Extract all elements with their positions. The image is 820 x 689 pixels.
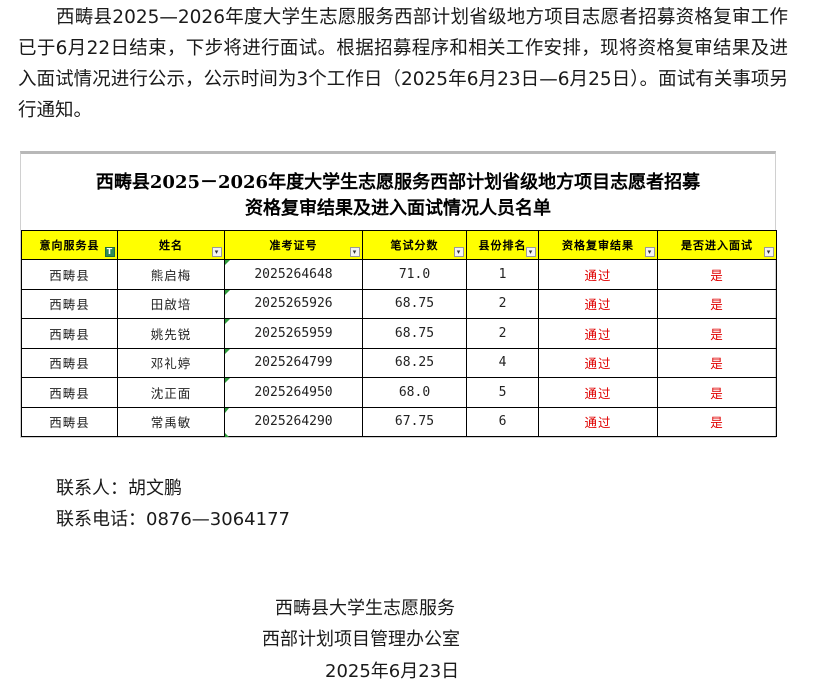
cell-interview: 是 [657,288,777,319]
cell-rank: 4 [466,347,539,378]
header-exam-id: 准考证号 ▾ [224,230,363,260]
header-score: 笔试分数 ▾ [362,230,467,260]
header-interview-label: 是否进入面试 [681,239,753,252]
sheet-title-line-2: 资格复审结果及进入面试情况人员名单 [245,198,551,219]
filter-active-icon[interactable]: T [105,247,115,257]
header-county: 意向服务县 T [21,230,118,260]
cell-interview: 是 [657,347,777,378]
header-name-label: 姓名 [159,239,183,252]
cell-county: 西畴县 [21,377,118,408]
cell-county: 西畴县 [21,406,118,437]
cell-exam-id: 2025265959 [224,318,363,349]
cell-county: 西畴县 [21,318,118,349]
contact-person: 联系人：胡文鹏 [56,478,182,499]
filter-dropdown-icon[interactable]: ▾ [645,247,655,257]
signature-org-line-1: 西畴县大学生志愿服务 [275,598,455,619]
cell-rank: 6 [466,406,539,437]
header-row: 意向服务县 T 姓名 ▾ 准考证号 ▾ 笔试分数 ▾ 县份排名 ▾ 资格复审结果 ▾ 是否进… [21,230,777,260]
filter-dropdown-icon[interactable]: ▾ [764,247,774,257]
cell-score: 68.75 [362,288,467,319]
cell-review: 通过 [538,406,658,437]
table-row: 西畴县 邓礼婷 2025264799 68.25 4 通过 是 [21,347,777,378]
cell-county: 西畴县 [21,288,118,319]
filter-dropdown-icon[interactable]: ▾ [454,247,464,257]
table-row: 西畴县 姚先锐 2025265959 68.75 2 通过 是 [21,318,777,349]
intro-paragraph: 西畴县2025—2026年度大学生志愿服务西部计划省级地方项目志愿者招募资格复审… [18,7,788,121]
table-row: 西畴县 常禹敏 2025264290 67.75 6 通过 是 [21,406,777,437]
cell-interview: 是 [657,318,777,349]
cell-exam-id: 2025264950 [224,377,363,408]
cell-interview: 是 [657,377,777,408]
cell-name: 沈正面 [117,377,225,408]
header-county-label: 意向服务县 [39,239,100,252]
sheet-title-line-1: 西畴县2025－2026年度大学生志愿服务西部计划省级地方项目志愿者招募 [95,172,701,193]
filter-dropdown-icon[interactable]: ▾ [350,247,360,257]
cell-rank: 2 [466,288,539,319]
header-interview: 是否进入面试 ▾ [657,230,777,260]
cell-name: 熊启梅 [117,259,225,290]
table-row: 西畴县 田啟培 2025265926 68.75 2 通过 是 [21,288,777,319]
header-review: 资格复审结果 ▾ [538,230,658,260]
table-row: 西畴县 沈正面 2025264950 68.0 5 通过 是 [21,377,777,408]
signature-date: 2025年6月23日 [325,661,460,682]
cell-name: 田啟培 [117,288,225,319]
cell-score: 68.0 [362,377,467,408]
header-rank: 县份排名 ▾ [466,230,539,260]
cell-review: 通过 [538,259,658,290]
cell-interview: 是 [657,259,777,290]
header-score-label: 笔试分数 [390,239,439,252]
cell-rank: 2 [466,318,539,349]
cell-rank: 5 [466,377,539,408]
cell-exam-id: 2025264799 [224,347,363,378]
cell-name: 姚先锐 [117,318,225,349]
cell-score: 68.75 [362,318,467,349]
cell-review: 通过 [538,288,658,319]
cell-score: 71.0 [362,259,467,290]
cell-exam-id: 2025264290 [224,406,363,437]
cell-review: 通过 [538,318,658,349]
cell-review: 通过 [538,347,658,378]
cell-interview: 是 [657,406,777,437]
header-name: 姓名 ▾ [117,230,225,260]
header-review-label: 资格复审结果 [562,239,634,252]
cell-name: 常禹敏 [117,406,225,437]
cell-county: 西畴县 [21,259,118,290]
cell-review: 通过 [538,377,658,408]
filter-dropdown-icon[interactable]: ▾ [526,247,536,257]
sheet-title: 西畴县2025－2026年度大学生志愿服务西部计划省级地方项目志愿者招募 资格复… [21,154,775,230]
table-row: 西畴县 熊启梅 2025264648 71.0 1 通过 是 [21,259,777,290]
cell-rank: 1 [466,259,539,290]
contact-phone: 联系电话：0876—3064177 [56,509,290,530]
header-exam-id-label: 准考证号 [269,239,318,252]
cell-score: 67.75 [362,406,467,437]
cell-exam-id: 2025264648 [224,259,363,290]
cell-exam-id: 2025265926 [224,288,363,319]
cell-county: 西畴县 [21,347,118,378]
results-spreadsheet: 西畴县2025－2026年度大学生志愿服务西部计划省级地方项目志愿者招募 资格复… [20,151,777,438]
signature-org-line-2: 西部计划项目管理办公室 [262,629,460,650]
header-rank-label: 县份排名 [478,239,527,252]
cell-score: 68.25 [362,347,467,378]
filter-dropdown-icon[interactable]: ▾ [212,247,222,257]
cell-name: 邓礼婷 [117,347,225,378]
results-table: 意向服务县 T 姓名 ▾ 准考证号 ▾ 笔试分数 ▾ 县份排名 ▾ 资格复审结果 ▾ 是否进… [21,230,777,437]
